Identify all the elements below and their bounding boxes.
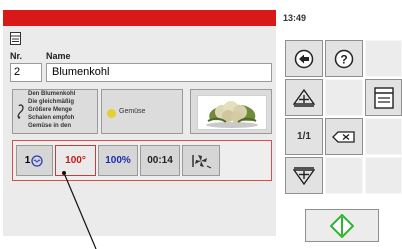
page-indicator: 1/1 xyxy=(285,118,323,155)
clear-icon xyxy=(332,130,355,143)
empty-slot xyxy=(325,157,363,194)
start-icon xyxy=(330,213,354,238)
recipe-book-button[interactable] xyxy=(365,79,402,116)
clock: 13:49 xyxy=(283,13,307,23)
add-step-icon xyxy=(293,88,315,107)
add-step-button[interactable] xyxy=(285,79,323,116)
empty-slot xyxy=(365,157,402,194)
svg-text:?: ? xyxy=(340,52,347,66)
start-button[interactable] xyxy=(305,209,379,242)
book-icon xyxy=(373,86,394,109)
clear-button[interactable] xyxy=(325,118,363,155)
remove-step-icon xyxy=(293,166,315,185)
empty-slot xyxy=(325,79,363,116)
empty-slot xyxy=(365,118,402,155)
help-icon: ? xyxy=(334,49,354,68)
back-button[interactable] xyxy=(285,40,323,77)
help-button[interactable]: ? xyxy=(325,40,363,77)
empty-slot xyxy=(365,40,402,77)
remove-step-button[interactable] xyxy=(285,157,323,194)
back-arrow-icon xyxy=(294,49,314,68)
